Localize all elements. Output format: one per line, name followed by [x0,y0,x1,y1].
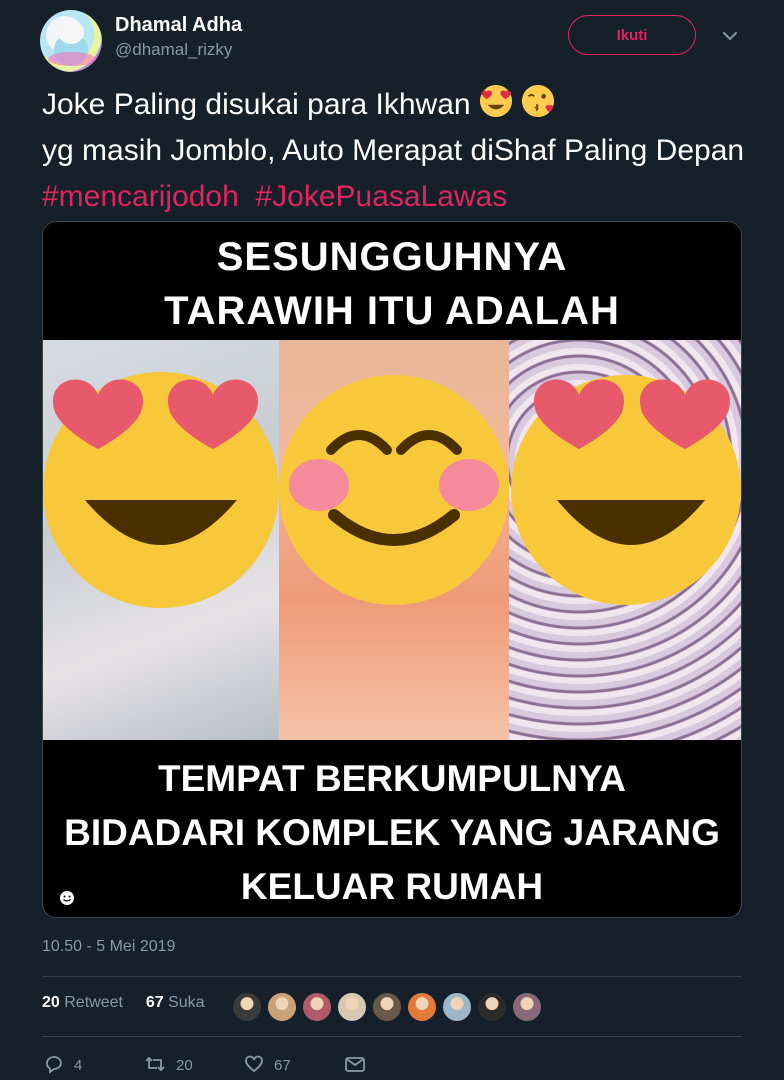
user-info: Dhamal Adha @dhamal_rizky [115,12,242,62]
tweet-stats: 20 Retweet 67 Suka [42,994,205,1012]
liker-avatar[interactable] [407,992,437,1022]
heart-eyes-emoji-icon [479,84,512,118]
retweet-label[interactable]: Retweet [64,994,123,1011]
heart-eyes-emoji-icon [511,375,741,605]
retweet-button[interactable]: 20 [144,1052,193,1080]
tweet-text: Joke Paling disukai para Ikhwan yg masih… [42,82,762,220]
envelope-icon [345,1057,365,1072]
tweet-text-part2: yg masih Jomblo, Auto Merapat diShaf Pal… [42,134,745,167]
reply-icon [46,1056,62,1074]
retweet-action-count: 20 [176,1057,193,1074]
meme-bottom-line2: BIDADARI KOMPLEK YANG JARANG [64,812,720,853]
meme-photo-panel-1 [43,340,279,740]
meme-top-caption: SESUNGGUHNYA TARAWIH ITU ADALAH [43,222,741,340]
liker-avatar[interactable] [232,992,262,1022]
meme-bottom-line3: KELUAR RUMAH [240,866,544,907]
meme-top-line1: SESUNGGUHNYA [216,235,568,279]
reply-count: 4 [74,1057,83,1074]
heart-eyes-emoji-icon [43,372,279,608]
meme-bottom-line1: TEMPAT BERKUMPULNYA [158,758,626,799]
user-handle[interactable]: @dhamal_rizky [115,38,242,62]
liker-avatar[interactable] [302,992,332,1022]
hashtag-mencarijodoh[interactable]: #mencarijodoh [42,180,239,213]
tweet-actions: 4 20 67 [44,1052,404,1080]
retweet-icon [145,1056,165,1072]
like-action-count: 67 [274,1057,291,1074]
tweet-text-part1: Joke Paling disukai para Ikhwan [42,88,479,121]
meme-photo-strip [43,340,741,740]
follow-button[interactable]: Ikuti [568,15,696,55]
liker-avatar[interactable] [337,992,367,1022]
like-label[interactable]: Suka [168,994,204,1011]
meme-photo-panel-2 [279,340,509,740]
divider [42,1036,742,1037]
liker-avatar[interactable] [372,992,402,1022]
tweet-header: Dhamal Adha @dhamal_rizky Ikuti [40,10,760,72]
divider [42,976,742,977]
retweet-count[interactable]: 20 [42,994,60,1011]
meme-top-line2: TARAWIH ITU ADALAH [164,289,620,333]
meme-bottom-caption: TEMPAT BERKUMPULNYA BIDADARI KOMPLEK YAN… [43,740,741,917]
kissing-heart-emoji-icon [522,84,555,118]
tweet: Dhamal Adha @dhamal_rizky Ikuti Joke Pal… [0,0,784,1080]
tweet-timestamp[interactable]: 10.50 - 5 Mei 2019 [42,938,175,956]
smiley-icon [60,891,74,905]
message-button[interactable] [344,1052,366,1080]
liker-avatar[interactable] [512,992,542,1022]
like-button[interactable]: 67 [244,1052,291,1080]
tweet-media-image[interactable]: SESUNGGUHNYA TARAWIH ITU ADALAH TEMPAT B… [42,221,742,918]
avatar[interactable] [40,10,102,72]
hashtag-jokepuasalawas[interactable]: #JokePuasaLawas [255,180,507,213]
liker-avatar[interactable] [477,992,507,1022]
display-name[interactable]: Dhamal Adha [115,12,242,38]
meme-photo-panel-3 [509,340,741,740]
liker-avatar[interactable] [267,992,297,1022]
liker-avatars [232,992,547,1022]
reply-button[interactable]: 4 [44,1052,82,1080]
like-count[interactable]: 67 [146,994,164,1011]
chevron-down-icon[interactable] [720,26,740,46]
heart-icon [245,1055,263,1073]
liker-avatar[interactable] [442,992,472,1022]
smiling-blush-emoji-icon [279,375,509,605]
